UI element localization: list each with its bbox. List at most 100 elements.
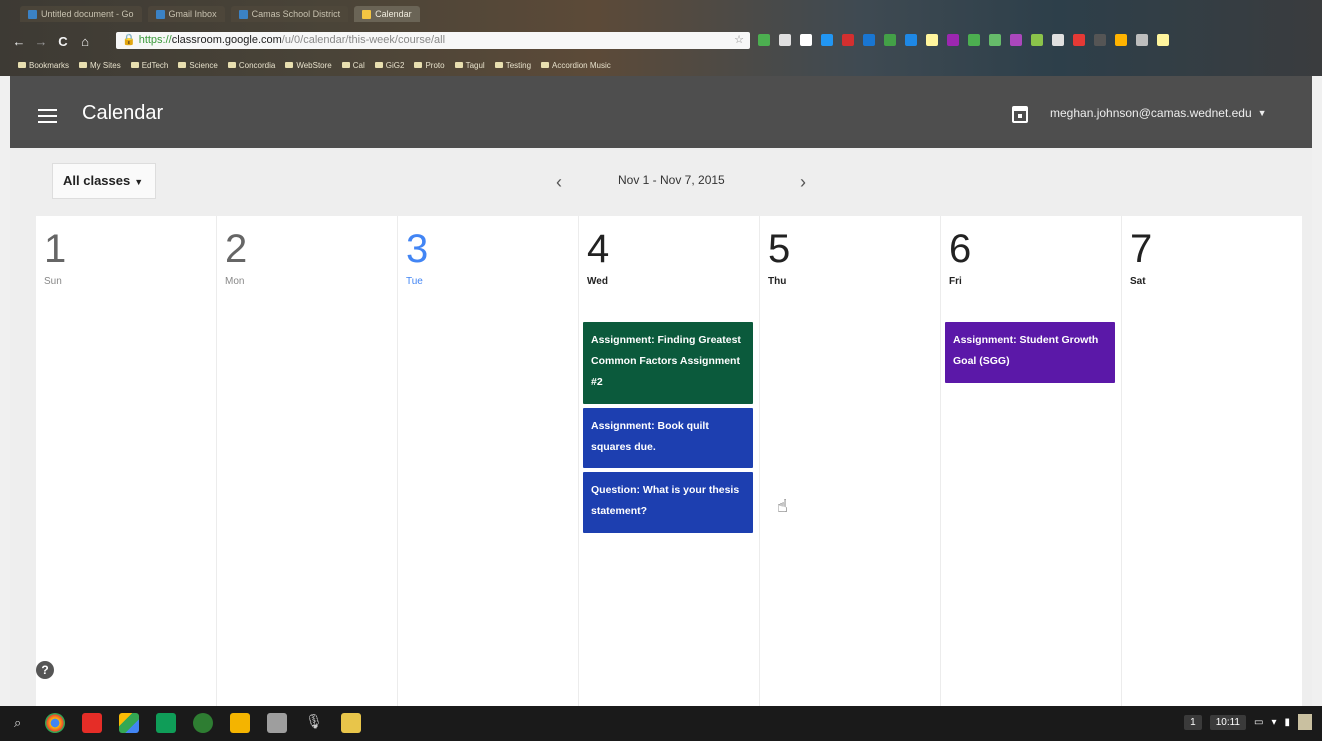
previous-week-button[interactable]: ‹ <box>556 172 562 193</box>
bookmark-item[interactable]: Proto <box>414 61 445 70</box>
day-column-mon[interactable]: 2 Mon <box>217 216 398 706</box>
bookmark-item[interactable]: Testing <box>494 61 531 70</box>
status-area[interactable]: 1 10:11 ▭ ▾ ▮ <box>1184 714 1312 730</box>
extension-icon[interactable] <box>926 34 938 46</box>
day-name: Fri <box>949 276 962 287</box>
extension-icon[interactable] <box>968 34 980 46</box>
bookmark-item[interactable]: Accordion Music <box>541 61 611 70</box>
drive-icon[interactable] <box>119 713 139 733</box>
chevron-down-icon: ▼ <box>134 177 144 187</box>
calendar-content: All classes ▼ ‹ Nov 1 - Nov 7, 2015 › 1 S… <box>10 148 1312 706</box>
shelf-apps: ⌕ 🎙 <box>14 713 361 733</box>
reload-icon[interactable]: C <box>52 34 74 49</box>
extension-icon[interactable] <box>989 34 1001 46</box>
bookmark-item[interactable]: Science <box>178 61 218 70</box>
extension-icon[interactable] <box>1094 34 1106 46</box>
url-host: classroom.google.com <box>171 34 282 46</box>
extension-icon[interactable] <box>758 34 770 46</box>
browser-tab[interactable]: Gmail Inbox <box>147 6 225 22</box>
day-column-wed[interactable]: 4 Wed Assignment: Finding Greatest Commo… <box>579 216 760 706</box>
bookmarks-bar: Bookmarks My Sites EdTech Science Concor… <box>0 56 1322 74</box>
site-icon <box>454 62 463 68</box>
day-number: 2 <box>225 227 248 271</box>
bookmark-item[interactable]: My Sites <box>79 61 121 70</box>
day-name: Mon <box>225 276 245 287</box>
day-name: Thu <box>768 276 787 287</box>
bookmark-item[interactable]: EdTech <box>130 61 168 70</box>
event-card[interactable]: Assignment: Finding Greatest Common Fact… <box>583 322 753 404</box>
event-card[interactable]: Assignment: Book quilt squares due. <box>583 408 753 468</box>
chrome-icon[interactable] <box>45 713 65 733</box>
bookmark-item[interactable]: Cal <box>341 61 365 70</box>
help-icon[interactable]: ? <box>36 661 54 679</box>
mail-icon <box>155 9 165 19</box>
files-icon[interactable] <box>267 713 287 733</box>
browser-chrome: Untitled document - Go Gmail Inbox Camas… <box>0 0 1322 76</box>
folder-icon <box>178 62 187 68</box>
day-column-sun[interactable]: 1 Sun <box>36 216 217 706</box>
day-column-tue[interactable]: 3 Tue <box>398 216 579 706</box>
forward-icon[interactable]: → <box>30 34 52 49</box>
youtube-icon[interactable] <box>82 713 102 733</box>
extension-icon[interactable] <box>800 34 812 46</box>
event-card[interactable]: Assignment: Student Growth Goal (SGG) <box>945 322 1115 383</box>
extension-icon[interactable] <box>842 34 854 46</box>
extension-icon[interactable] <box>821 34 833 46</box>
avatar[interactable] <box>1298 714 1312 730</box>
next-week-button[interactable]: › <box>800 172 806 193</box>
calendar-icon[interactable] <box>1012 106 1028 123</box>
browser-tab[interactable]: Camas School District <box>230 6 349 22</box>
week-navigation: ‹ Nov 1 - Nov 7, 2015 › <box>556 170 806 192</box>
folder-icon <box>541 62 550 68</box>
day-number: 4 <box>587 227 610 271</box>
day-column-fri[interactable]: 6 Fri Assignment: Student Growth Goal (S… <box>941 216 1122 706</box>
folder-icon <box>130 62 139 68</box>
extension-icon[interactable] <box>1073 34 1085 46</box>
bookmark-item[interactable]: Bookmarks <box>18 61 69 70</box>
extension-icon[interactable] <box>1010 34 1022 46</box>
extension-icon[interactable] <box>1052 34 1064 46</box>
event-card[interactable]: Question: What is your thesis statement? <box>583 472 753 533</box>
class-filter-dropdown[interactable]: All classes ▼ <box>52 163 156 199</box>
extension-icon[interactable] <box>905 34 917 46</box>
back-icon[interactable]: ← <box>8 34 30 49</box>
extension-icon[interactable] <box>1115 34 1127 46</box>
bookmark-item[interactable]: WebStore <box>285 61 332 70</box>
home-icon[interactable]: ⌂ <box>74 34 96 49</box>
day-number: 7 <box>1130 227 1153 271</box>
extension-icon[interactable] <box>1136 34 1148 46</box>
site-icon <box>494 62 503 68</box>
clock[interactable]: 10:11 <box>1209 714 1246 730</box>
day-number: 3 <box>406 227 429 271</box>
extension-icon[interactable] <box>947 34 959 46</box>
site-icon <box>238 9 248 19</box>
address-bar[interactable]: 🔒 https://classroom.google.com/u/0/calend… <box>116 32 750 49</box>
hamburger-menu-icon[interactable] <box>38 109 57 123</box>
microphone-icon[interactable]: 🎙 <box>304 713 324 733</box>
notification-badge[interactable]: 1 <box>1184 714 1202 730</box>
bookmark-star-icon[interactable]: ☆ <box>734 32 744 49</box>
day-column-sat[interactable]: 7 Sat <box>1122 216 1302 706</box>
keep-icon[interactable] <box>230 713 250 733</box>
battery-icon: ▮ <box>1284 716 1290 728</box>
account-menu[interactable]: meghan.johnson@camas.wednet.edu ▼ <box>1050 106 1267 120</box>
bookmark-item[interactable]: Tagul <box>454 61 485 70</box>
search-icon[interactable]: ⌕ <box>14 715 28 731</box>
headphones-icon[interactable] <box>193 713 213 733</box>
browser-tab[interactable]: Untitled document - Go <box>20 6 142 22</box>
sheets-icon[interactable] <box>341 713 361 733</box>
menu-icon[interactable] <box>1157 34 1169 46</box>
classroom-icon[interactable] <box>156 713 176 733</box>
bookmark-item[interactable]: GiG2 <box>374 61 404 70</box>
day-column-thu[interactable]: 5 Thu <box>760 216 941 706</box>
url-path: /u/0/calendar/this-week/course/all <box>281 34 446 46</box>
extension-icon[interactable] <box>779 34 791 46</box>
extension-icon[interactable] <box>1031 34 1043 46</box>
browser-tab-active[interactable]: Calendar <box>354 6 420 22</box>
extension-icon[interactable] <box>884 34 896 46</box>
page-title: Calendar <box>82 102 164 124</box>
bookmark-item[interactable]: Concordia <box>227 61 275 70</box>
screen-icon: ▭ <box>1254 716 1264 728</box>
tab-strip: Untitled document - Go Gmail Inbox Camas… <box>20 6 420 22</box>
extension-icon[interactable] <box>863 34 875 46</box>
